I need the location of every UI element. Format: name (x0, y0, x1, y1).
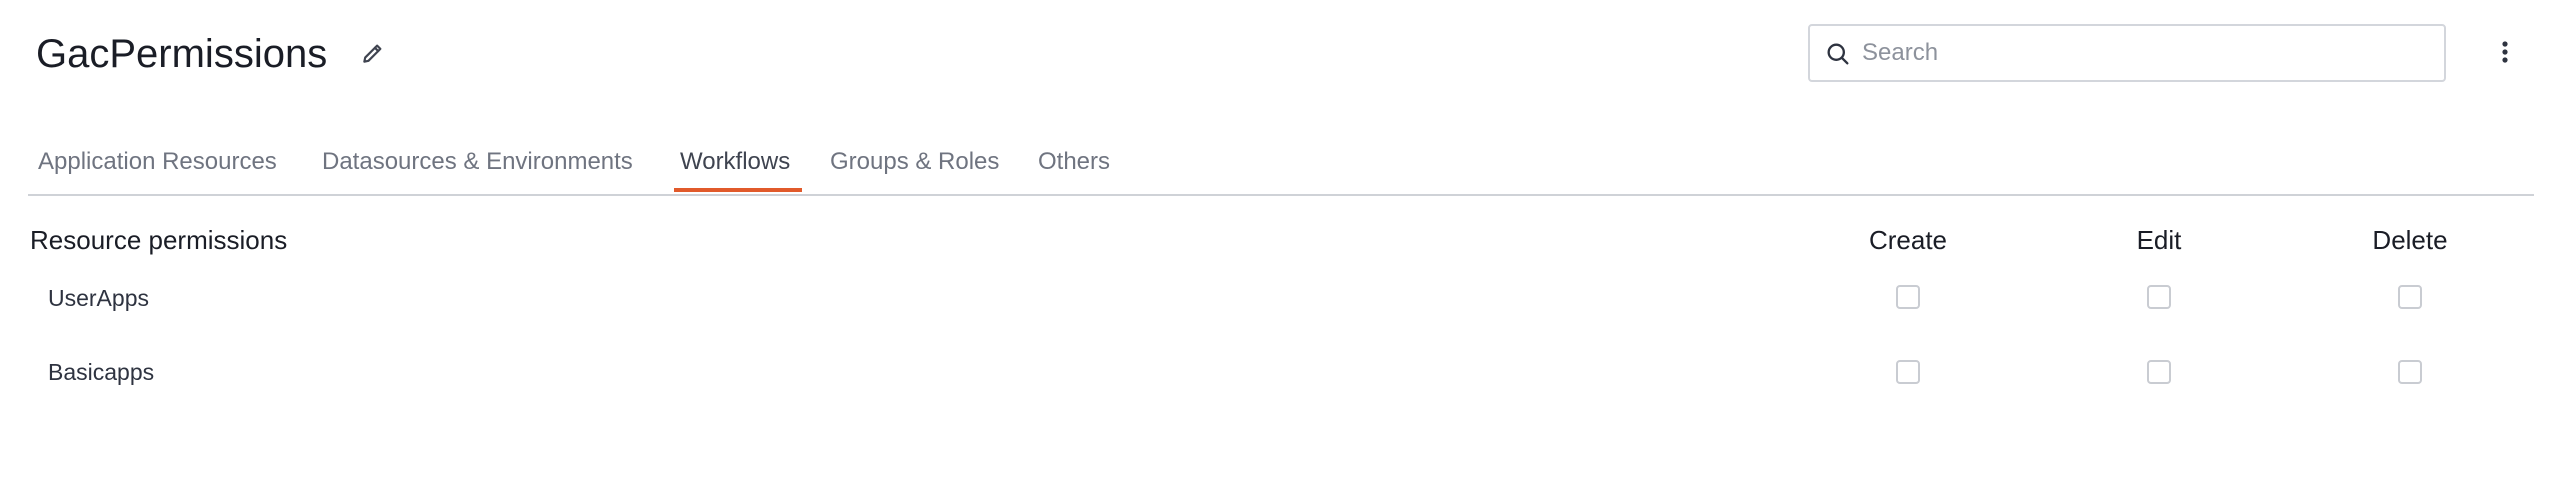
pencil-icon[interactable] (360, 40, 386, 66)
tab-application-resources[interactable]: Application Resources (38, 144, 277, 180)
header: GacPermissions (0, 0, 2554, 110)
row-label-userapps: UserApps (48, 285, 149, 311)
search-icon (1824, 40, 1852, 68)
tab-bar: Application Resources Datasources & Envi… (28, 136, 2534, 196)
page: GacPermissions Applica (0, 0, 2554, 502)
checkbox-basicapps-create[interactable] (1896, 360, 1920, 384)
checkbox-userapps-create[interactable] (1896, 285, 1920, 309)
tab-groups-roles[interactable]: Groups & Roles (830, 144, 999, 180)
column-header-delete: Delete (2372, 225, 2448, 255)
checkbox-userapps-delete[interactable] (2398, 285, 2422, 309)
column-header-create: Create (1868, 225, 1948, 255)
tab-datasources-environments[interactable]: Datasources & Environments (322, 144, 633, 180)
page-title: GacPermissions (36, 32, 328, 76)
checkbox-basicapps-delete[interactable] (2398, 360, 2422, 384)
checkbox-basicapps-edit[interactable] (2147, 360, 2171, 384)
search-box[interactable] (1808, 24, 2446, 82)
row-label-basicapps: Basicapps (48, 359, 155, 385)
search-input[interactable] (1862, 34, 2432, 72)
tab-workflows[interactable]: Workflows (680, 144, 790, 180)
tab-others[interactable]: Others (1038, 144, 1110, 180)
section-title: Resource permissions (30, 225, 288, 255)
column-header-edit: Edit (2136, 225, 2182, 255)
vertical-dots-icon[interactable] (2490, 36, 2520, 68)
active-tab-indicator (674, 188, 802, 192)
checkbox-userapps-edit[interactable] (2147, 285, 2171, 309)
